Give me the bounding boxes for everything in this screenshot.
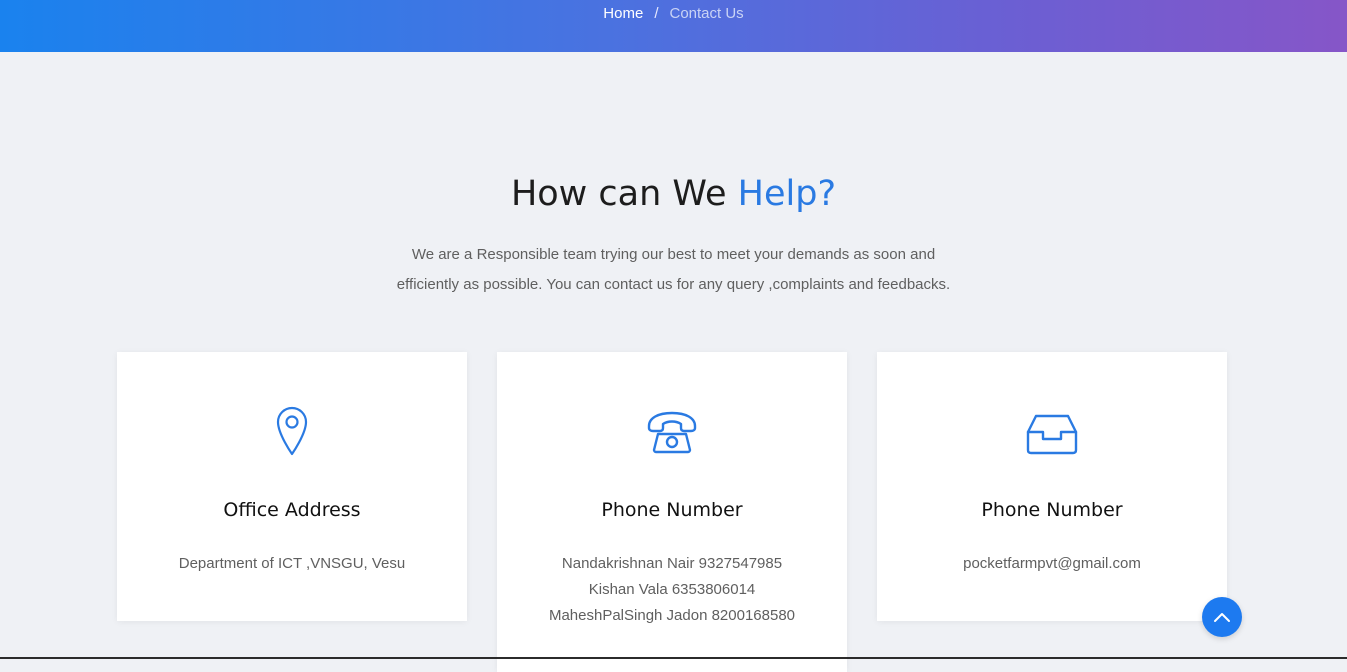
- card-details: Nandakrishnan Nair 9327547985 Kishan Val…: [497, 551, 847, 629]
- card-title: Phone Number: [981, 499, 1123, 521]
- card-title: Office Address: [223, 499, 361, 521]
- inbox-icon: [877, 406, 1227, 456]
- card-detail-line: Nandakrishnan Nair 9327547985: [561, 555, 783, 572]
- card-detail-line: MaheshPalSingh Jadon 8200168580: [548, 607, 796, 624]
- intro-line: efficiently as possible. You can contact…: [396, 276, 951, 293]
- telephone-icon: [497, 406, 847, 456]
- chevron-up-icon: [1214, 613, 1230, 622]
- section-heading: How can We Help?: [0, 174, 1347, 214]
- intro-line: We are a Responsible team trying our bes…: [411, 246, 936, 263]
- breadcrumb: Home / Contact Us: [0, 5, 1347, 23]
- card-detail-line: Kishan Vala 6353806014: [588, 581, 756, 598]
- breadcrumb-current: Contact Us: [669, 5, 744, 22]
- breadcrumb-separator: /: [654, 5, 659, 22]
- office-address-card: Office Address Department of ICT ,VNSGU,…: [117, 352, 467, 621]
- back-to-top-button[interactable]: [1202, 597, 1242, 637]
- card-title: Phone Number: [601, 499, 743, 521]
- location-pin-icon: [117, 406, 467, 456]
- section-heading-accent: Help?: [737, 174, 837, 214]
- card-details: pocketfarmpvt@gmail.com: [877, 551, 1227, 577]
- section-heading-prefix: How can We: [510, 174, 738, 214]
- card-detail-line: Department of ICT ,VNSGU, Vesu: [178, 555, 406, 572]
- breadcrumb-home-link[interactable]: Home: [603, 5, 643, 22]
- phone-number-card: Phone Number Nandakrishnan Nair 93275479…: [497, 352, 847, 672]
- card-details: Department of ICT ,VNSGU, Vesu: [117, 551, 467, 577]
- email-card: Phone Number pocketfarmpvt@gmail.com: [877, 352, 1227, 621]
- intro-text: We are a Responsible team trying our bes…: [0, 240, 1347, 300]
- card-detail-line: pocketfarmpvt@gmail.com: [963, 555, 1141, 572]
- page-header-banner: Home / Contact Us: [0, 0, 1347, 52]
